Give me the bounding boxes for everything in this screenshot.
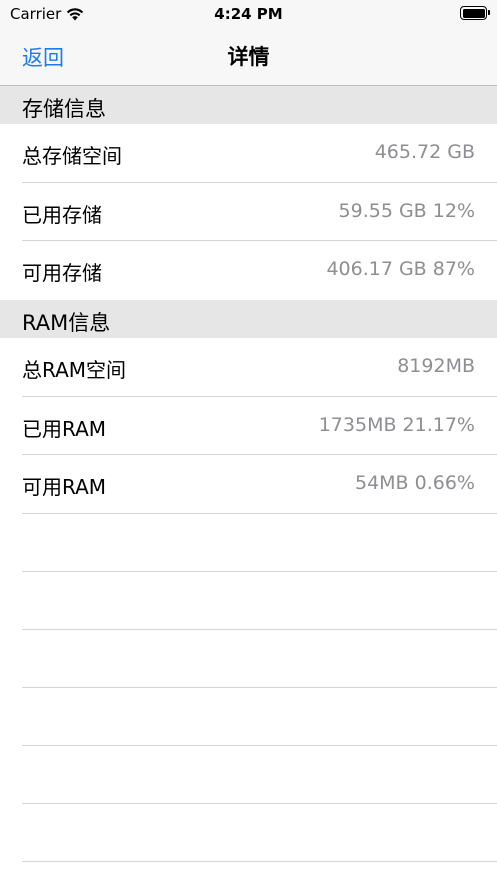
row-label: 总RAM空间 — [22, 358, 127, 382]
list-item-total-storage: 总存储空间 465.72 GB — [0, 124, 497, 182]
empty-row-divider — [22, 861, 497, 862]
empty-row-divider — [22, 803, 497, 804]
empty-row-divider — [22, 629, 497, 630]
list-item-used-storage: 已用存储 59.55 GB 12% — [0, 183, 497, 241]
section-header-label: 存储信息 — [22, 97, 106, 121]
battery-fill — [462, 8, 485, 18]
row-value: 54MB 0.66% — [354, 472, 475, 494]
page-title: 详情 — [227, 45, 270, 69]
battery-icon — [460, 6, 490, 20]
status-bar: Carrier 4:24 PM — [0, 0, 497, 30]
list-item-total-ram: 总RAM空间 8192MB — [0, 338, 497, 396]
section-header-ram: RAM信息 — [0, 300, 497, 338]
section-header-storage: 存储信息 — [0, 86, 497, 124]
list-item-free-ram: 可用RAM 54MB 0.66% — [0, 455, 497, 513]
row-label: 总存储空间 — [22, 144, 122, 168]
row-value: 465.72 GB — [374, 141, 475, 163]
section-header-label: RAM信息 — [22, 311, 111, 335]
empty-row-divider — [22, 571, 497, 572]
navigation-bar: 返回 详情 — [0, 30, 497, 86]
row-value: 8192MB — [397, 355, 475, 377]
row-label: 可用RAM — [22, 475, 107, 499]
row-label: 可用存储 — [22, 261, 102, 285]
status-time: 4:24 PM — [214, 5, 283, 23]
row-label: 已用RAM — [22, 417, 107, 441]
list-item-used-ram: 已用RAM 1735MB 21.17% — [0, 397, 497, 455]
list-item-free-storage: 可用存储 406.17 GB 87% — [0, 241, 497, 299]
row-value: 1735MB 21.17% — [318, 414, 475, 436]
empty-row-divider — [22, 745, 497, 746]
row-value: 59.55 GB 12% — [338, 200, 475, 222]
row-divider — [22, 513, 497, 514]
empty-row-divider — [22, 687, 497, 688]
row-value: 406.17 GB 87% — [326, 258, 475, 280]
row-label: 已用存储 — [22, 203, 102, 227]
